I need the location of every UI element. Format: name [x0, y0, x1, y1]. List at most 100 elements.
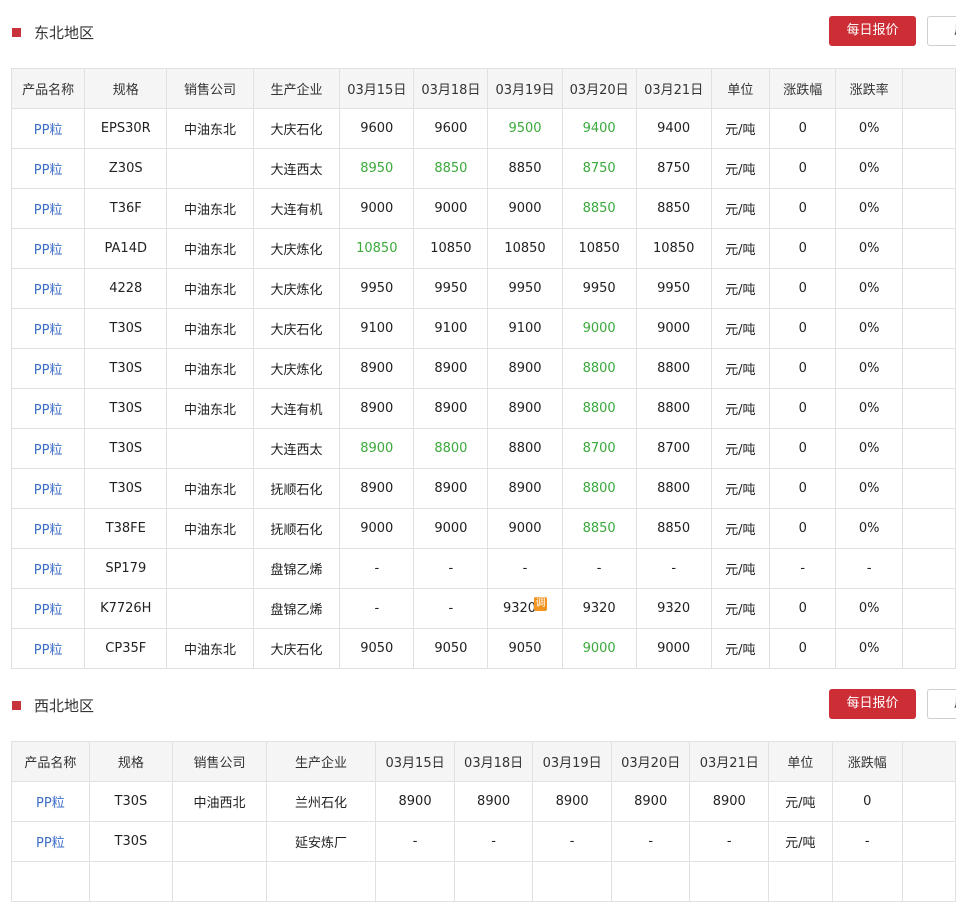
- cell-value: 大庆炼化: [270, 283, 323, 298]
- table-cell: [901, 348, 956, 389]
- table-cell: 大庆石化: [252, 628, 341, 669]
- price-cell: -: [610, 821, 691, 862]
- product-link[interactable]: PP粒: [34, 523, 63, 538]
- table-cell: 0%: [835, 228, 903, 269]
- table-cell: 大庆炼化: [252, 268, 341, 309]
- price-cell: 9000: [413, 188, 489, 229]
- table-cell: 元/吨: [710, 508, 771, 549]
- product-link[interactable]: PP粒: [34, 123, 63, 138]
- daily-quote-button[interactable]: 每日报价: [829, 689, 916, 719]
- table-cell: [901, 148, 956, 189]
- table-cell: 元/吨: [710, 428, 771, 469]
- weekly-quote-button[interactable]: 周: [927, 689, 956, 719]
- table-cell: [901, 781, 956, 822]
- price-cell: 8900: [413, 468, 489, 509]
- product-link[interactable]: PP粒: [34, 163, 63, 178]
- product-link[interactable]: PP粒: [34, 483, 63, 498]
- cell-value: -: [648, 834, 654, 849]
- product-cell: PP粒: [10, 108, 86, 149]
- daily-quote-button[interactable]: 每日报价: [829, 16, 916, 46]
- product-link[interactable]: PP粒: [34, 243, 63, 258]
- table-row: PP粒 T38FE 中油东北 抚顺石化 9000 9000 9000 8850 8850 元/吨 0…: [10, 508, 956, 549]
- cell-value: -: [866, 561, 872, 576]
- product-link[interactable]: PP粒: [34, 603, 63, 618]
- table-cell: 中油西北: [172, 781, 267, 822]
- product-cell: PP粒: [10, 228, 86, 269]
- price-cell: -: [453, 821, 534, 862]
- cell-value: 9050: [360, 641, 394, 656]
- table-cell: 大庆炼化: [252, 228, 341, 269]
- table-cell: [901, 188, 956, 229]
- price-cell: 8900: [339, 428, 415, 469]
- price-cell: 9000: [413, 508, 489, 549]
- cell-value: 中油东北: [184, 123, 237, 138]
- product-link[interactable]: PP粒: [34, 283, 63, 298]
- price-cell: -: [635, 548, 712, 589]
- cell-value: 9500: [508, 121, 542, 136]
- table-cell: T38FE: [84, 508, 168, 549]
- cell-value: 中油东北: [184, 483, 237, 498]
- cell-value: 10850: [504, 241, 546, 256]
- table-cell: T36F: [84, 188, 168, 229]
- price-cell: 9950: [339, 268, 415, 309]
- table-cell: 中油东北: [166, 348, 254, 389]
- cell-value: 8900: [508, 361, 542, 376]
- cell-value: 9600: [360, 121, 394, 136]
- cell-value: -: [671, 561, 677, 576]
- price-cell: 8750: [635, 148, 712, 189]
- price-cell: 9400: [635, 108, 712, 149]
- price-cell: 8800: [635, 388, 712, 429]
- price-cell: 8700: [635, 428, 712, 469]
- column-header: 03月21日: [635, 68, 712, 109]
- product-link[interactable]: PP粒: [34, 643, 63, 658]
- weekly-quote-button[interactable]: 周: [927, 16, 956, 46]
- column-header: 03月19日: [532, 741, 612, 782]
- table-cell: 元/吨: [710, 588, 771, 629]
- product-link[interactable]: PP粒: [36, 796, 65, 811]
- table-cell: 元/吨: [710, 148, 771, 189]
- price-cell: 8850: [635, 508, 712, 549]
- cell-value: T30S: [109, 401, 143, 416]
- table-cell: 0: [769, 468, 837, 509]
- cell-value: 0%: [858, 121, 880, 136]
- price-cell: 8900: [413, 348, 489, 389]
- table-cell: [901, 268, 956, 309]
- price-cell: 10850: [339, 228, 415, 269]
- cell-value: 中油东北: [184, 243, 237, 258]
- price-cell: 9320: [635, 588, 712, 629]
- product-cell: PP粒: [10, 308, 86, 349]
- table-cell: [166, 148, 254, 189]
- cell-value: -: [448, 601, 454, 616]
- cell-value: 8900: [398, 794, 432, 809]
- table-row: PP粒 T30S 大连西太 8900 8800 8800 8700 8700 元/吨 0 0%: [10, 428, 956, 469]
- product-link[interactable]: PP粒: [34, 443, 63, 458]
- cell-value: 9000: [360, 201, 394, 216]
- product-link[interactable]: PP粒: [36, 836, 65, 851]
- cell-value: -: [596, 561, 602, 576]
- table-cell: 0%: [835, 308, 903, 349]
- cell-value: T30S: [109, 361, 143, 376]
- cell-value: 大连西太: [270, 163, 323, 178]
- product-cell: PP粒: [10, 588, 86, 629]
- price-cell: [689, 861, 770, 902]
- product-link[interactable]: PP粒: [34, 563, 63, 578]
- price-cell: -: [532, 821, 612, 862]
- product-link[interactable]: PP粒: [34, 403, 63, 418]
- column-header: 03月20日: [561, 68, 637, 109]
- product-cell: PP粒: [10, 188, 86, 229]
- table-cell: 0: [769, 388, 837, 429]
- price-cell: 10850: [487, 228, 563, 269]
- cell-value: 盘锦乙烯: [270, 563, 323, 578]
- product-link[interactable]: PP粒: [34, 203, 63, 218]
- cell-value: 0: [798, 401, 807, 416]
- table-cell: T30S: [84, 428, 168, 469]
- column-header: 规格: [88, 741, 174, 782]
- product-link[interactable]: PP粒: [34, 363, 63, 378]
- cell-value: 4228: [109, 281, 143, 296]
- cell-value: 8900: [360, 441, 394, 456]
- cell-value: 9950: [434, 281, 468, 296]
- price-adjust-badge[interactable]: 调: [534, 597, 548, 611]
- section-title-northeast: 东北地区: [12, 22, 94, 43]
- product-link[interactable]: PP粒: [34, 323, 63, 338]
- column-header: 生产企业: [252, 68, 341, 109]
